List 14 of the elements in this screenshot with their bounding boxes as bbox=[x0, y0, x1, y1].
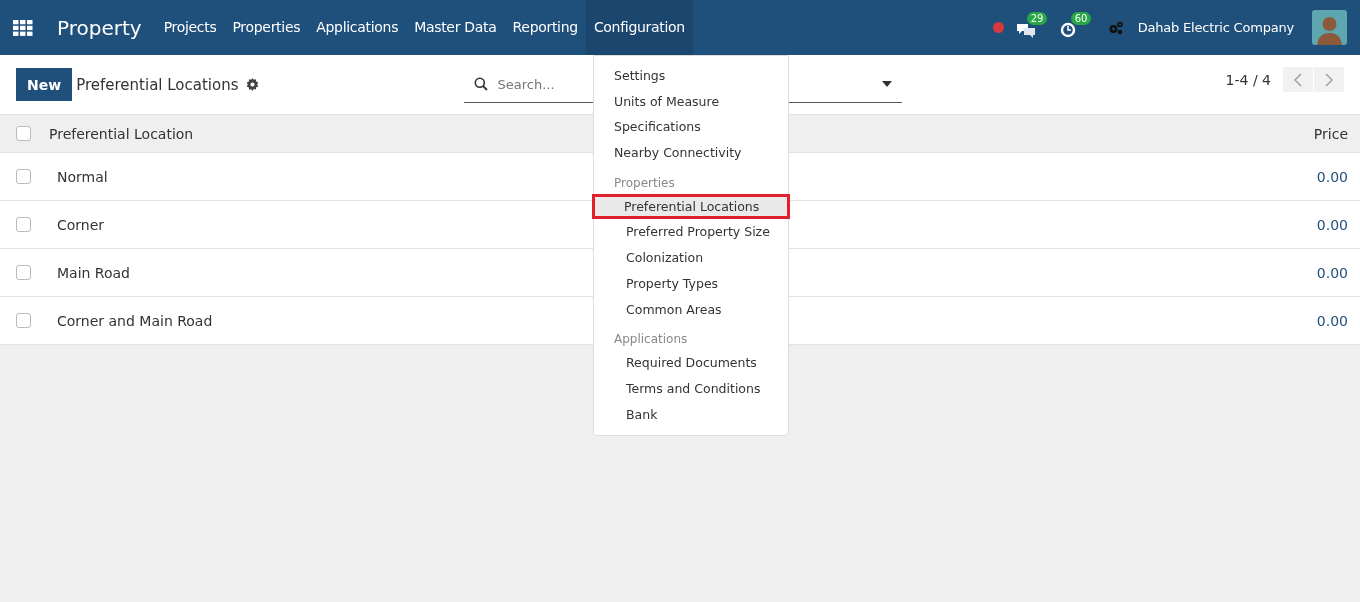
table-cell: 0.00 bbox=[1316, 312, 1348, 329]
table-cell: 0.00 bbox=[1316, 216, 1348, 233]
table-cell: Corner and Main Road bbox=[57, 312, 213, 329]
pager-value: 1-4 / 4 bbox=[1225, 71, 1271, 88]
menu-section-header: Properties bbox=[613, 174, 676, 192]
table-cell: 0.00 bbox=[1316, 168, 1348, 185]
message-count-badge: 29 bbox=[1026, 11, 1048, 25]
page-title: Preferential Locations bbox=[76, 75, 239, 94]
table-cell: Normal bbox=[57, 168, 108, 185]
activity-count-badge: 60 bbox=[1070, 11, 1092, 25]
menu-section-header: Applications bbox=[613, 331, 689, 349]
table-cell: Corner bbox=[57, 216, 105, 233]
table-cell: 0.00 bbox=[1316, 264, 1348, 281]
table-cell: Main Road bbox=[57, 264, 130, 281]
